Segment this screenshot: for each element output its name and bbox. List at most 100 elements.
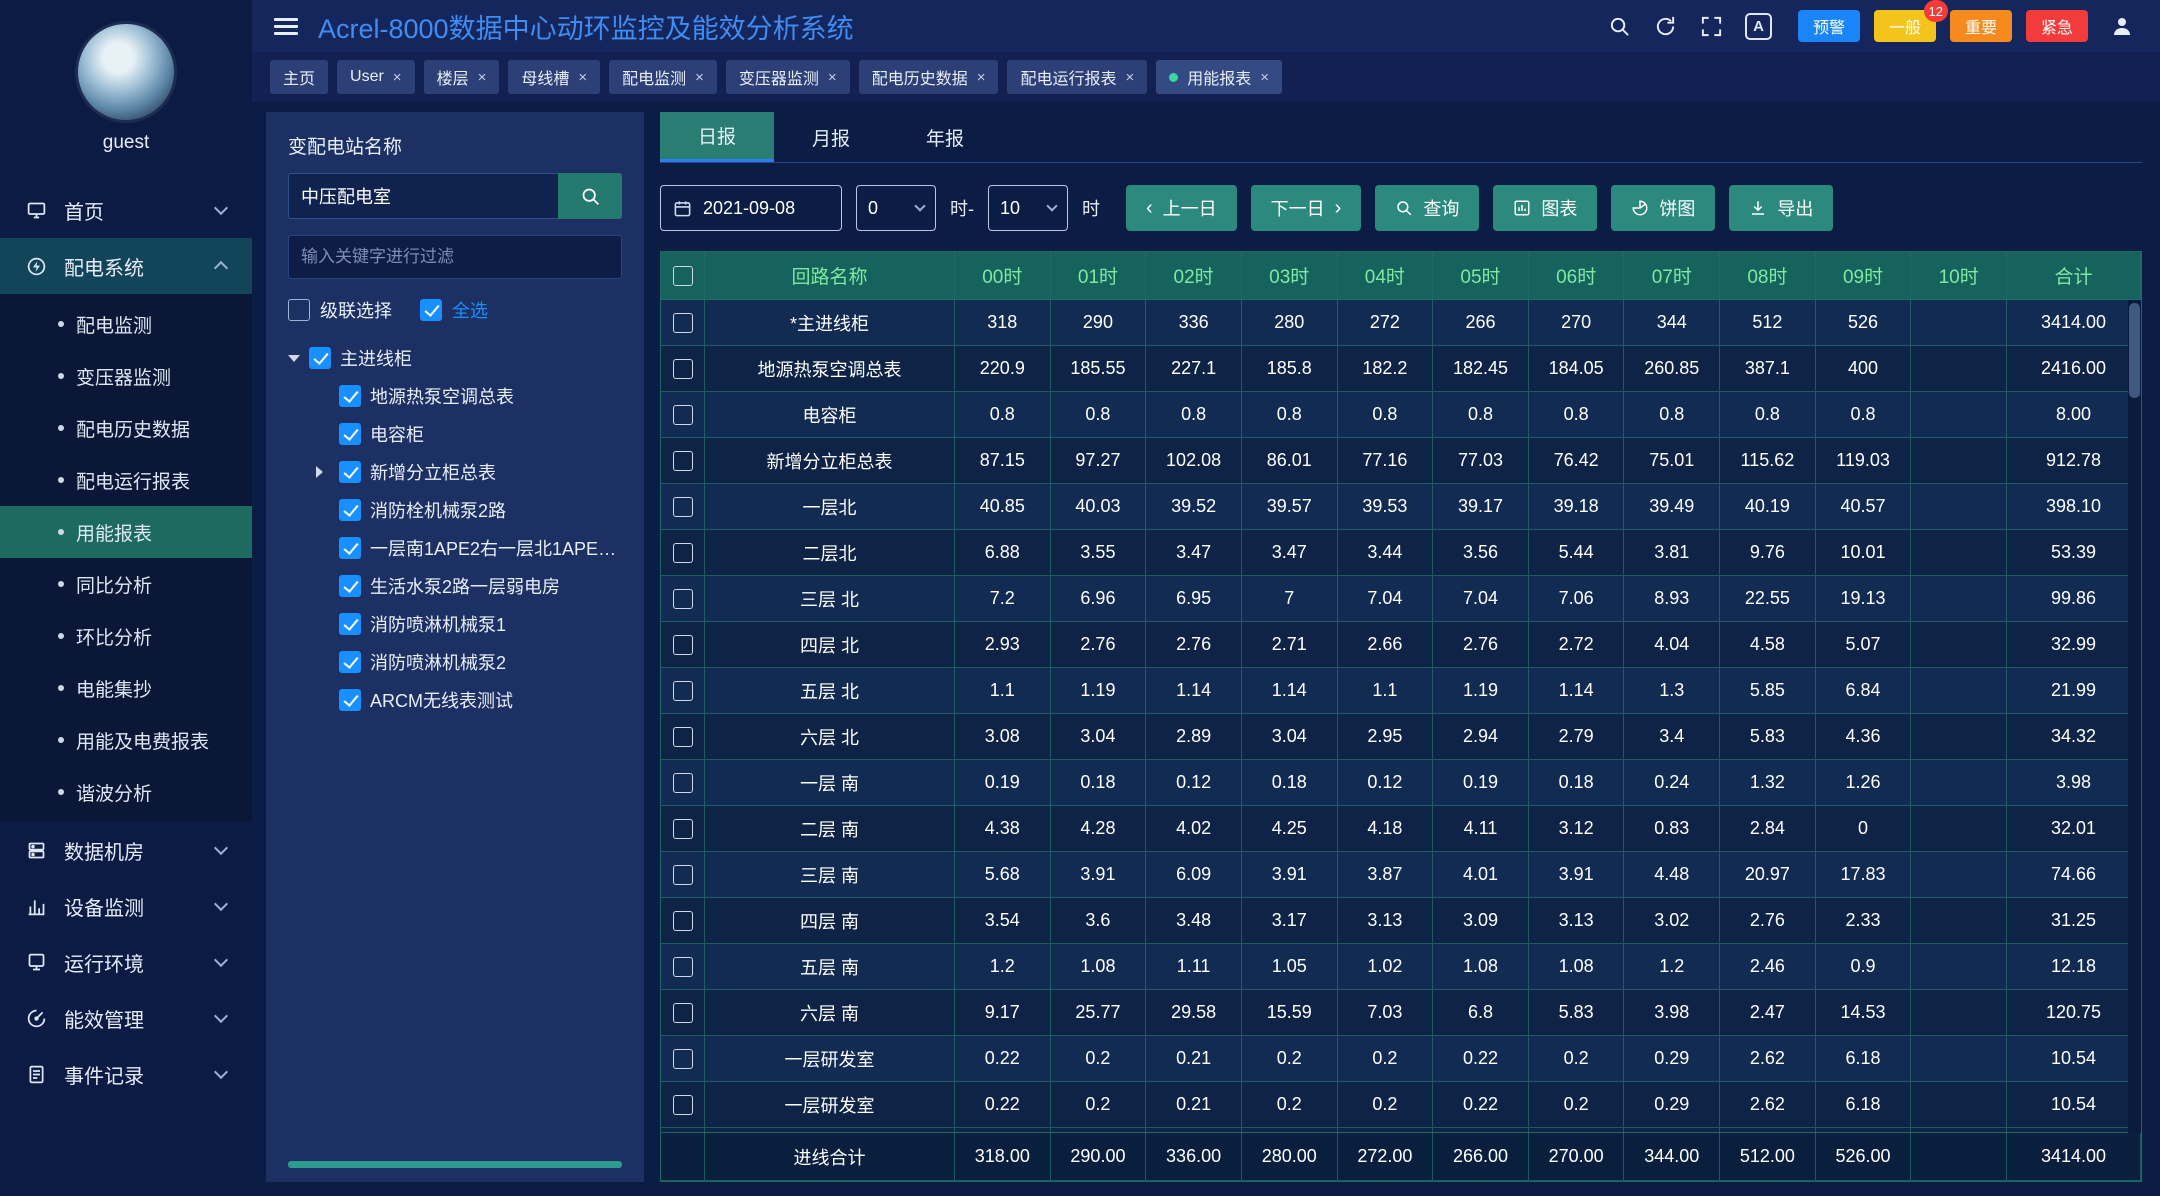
user-icon[interactable] <box>2110 14 2134 38</box>
hamburger-menu-icon[interactable] <box>274 18 298 35</box>
sidebar-item-device[interactable]: 设备监测 <box>0 878 252 934</box>
tree-node[interactable]: 一层南1APE2右一层北1APE1左 <box>316 529 622 567</box>
sidebar-item-events[interactable]: 事件记录 <box>0 1046 252 1102</box>
refresh-icon[interactable] <box>1653 14 1677 38</box>
sidebar-subitem[interactable]: 电能集抄 <box>0 662 252 714</box>
tree-node[interactable]: 消防喷淋机械泵2 <box>316 643 622 681</box>
query-button[interactable]: 查询 <box>1375 185 1479 231</box>
station-search-button[interactable] <box>558 173 622 219</box>
prev-day-button[interactable]: ‹ 上一日 <box>1126 185 1237 231</box>
tree-checkbox[interactable] <box>339 689 361 711</box>
tree-checkbox[interactable] <box>339 423 361 445</box>
tab-用能报表[interactable]: 用能报表× <box>1156 60 1282 94</box>
chart-button[interactable]: 图表 <box>1493 185 1597 231</box>
tab-楼层[interactable]: 楼层× <box>424 60 500 94</box>
alert-button[interactable]: 预警 <box>1798 10 1860 42</box>
row-checkbox[interactable] <box>673 865 693 885</box>
alert-button[interactable]: 一般12 <box>1874 10 1936 42</box>
select-all-checkbox[interactable] <box>420 299 442 321</box>
tree-node[interactable]: 新增分立柜总表 <box>316 453 622 491</box>
header-checkbox[interactable] <box>673 266 693 286</box>
vertical-scrollbar[interactable] <box>2128 300 2141 1133</box>
close-icon[interactable]: × <box>578 69 587 86</box>
tree-node[interactable]: 消防喷淋机械泵1 <box>316 605 622 643</box>
tree-filter-input[interactable] <box>288 235 622 279</box>
pie-button[interactable]: 饼图 <box>1611 185 1715 231</box>
scrollbar-thumb[interactable] <box>2129 303 2140 398</box>
tree-checkbox[interactable] <box>339 613 361 635</box>
report-tab-月报[interactable]: 月报 <box>774 112 888 162</box>
sidebar-subitem[interactable]: 用能及电费报表 <box>0 714 252 766</box>
row-checkbox[interactable] <box>673 497 693 517</box>
sidebar-subitem[interactable]: 同比分析 <box>0 558 252 610</box>
station-search-input[interactable] <box>288 173 558 219</box>
alert-button[interactable]: 重要 <box>1950 10 2012 42</box>
tab-配电运行报表[interactable]: 配电运行报表× <box>1007 60 1147 94</box>
row-checkbox[interactable] <box>673 543 693 563</box>
sidebar-subitem[interactable]: 谐波分析 <box>0 766 252 818</box>
row-checkbox[interactable] <box>673 727 693 747</box>
fullscreen-icon[interactable] <box>1699 14 1723 38</box>
avatar[interactable] <box>78 24 174 120</box>
tree-checkbox[interactable] <box>339 385 361 407</box>
horizontal-scrollbar[interactable] <box>288 1161 622 1168</box>
close-icon[interactable]: × <box>695 69 704 86</box>
sidebar-subitem[interactable]: 变压器监测 <box>0 350 252 402</box>
tab-配电历史数据[interactable]: 配电历史数据× <box>859 60 999 94</box>
sidebar-subitem[interactable]: 配电运行报表 <box>0 454 252 506</box>
tree-node[interactable]: 地源热泵空调总表 <box>316 377 622 415</box>
tree-checkbox[interactable] <box>339 461 361 483</box>
sidebar-item-server[interactable]: 数据机房 <box>0 822 252 878</box>
report-tab-日报[interactable]: 日报 <box>660 112 774 162</box>
caret-down-icon[interactable] <box>288 355 300 362</box>
tree-node[interactable]: ARCM无线表测试 <box>316 681 622 719</box>
cascade-checkbox[interactable] <box>288 299 310 321</box>
sidebar-subitem[interactable]: 环比分析 <box>0 610 252 662</box>
sidebar-item-energy[interactable]: 能效管理 <box>0 990 252 1046</box>
close-icon[interactable]: × <box>828 69 837 86</box>
report-tab-年报[interactable]: 年报 <box>888 112 1002 162</box>
tree-checkbox[interactable] <box>339 499 361 521</box>
sidebar-subitem[interactable]: 配电监测 <box>0 298 252 350</box>
row-checkbox[interactable] <box>673 957 693 977</box>
tree-checkbox[interactable] <box>339 537 361 559</box>
hour-from-select[interactable]: 0 <box>856 185 936 231</box>
search-icon[interactable] <box>1607 14 1631 38</box>
alert-button[interactable]: 紧急 <box>2026 10 2088 42</box>
row-checkbox[interactable] <box>673 681 693 701</box>
row-checkbox[interactable] <box>673 405 693 425</box>
row-checkbox[interactable] <box>673 589 693 609</box>
sidebar-item-env[interactable]: 运行环境 <box>0 934 252 990</box>
tree-node[interactable]: 电容柜 <box>316 415 622 453</box>
row-checkbox[interactable] <box>673 451 693 471</box>
tab-母线槽[interactable]: 母线槽× <box>508 60 600 94</box>
row-checkbox[interactable] <box>673 313 693 333</box>
row-checkbox[interactable] <box>673 819 693 839</box>
row-checkbox[interactable] <box>673 773 693 793</box>
tree-node[interactable]: 生活水泵2路一层弱电房 <box>316 567 622 605</box>
close-icon[interactable]: × <box>478 69 487 86</box>
close-icon[interactable]: × <box>977 69 986 86</box>
date-picker[interactable]: 2021-09-08 <box>660 185 842 231</box>
tab-配电监测[interactable]: 配电监测× <box>609 60 717 94</box>
tree-node[interactable]: 消防栓机械泵2路 <box>316 491 622 529</box>
row-checkbox[interactable] <box>673 911 693 931</box>
close-icon[interactable]: × <box>1260 69 1269 86</box>
tree-checkbox[interactable] <box>339 575 361 597</box>
tab-变压器监测[interactable]: 变压器监测× <box>726 60 850 94</box>
caret-right-icon[interactable] <box>316 466 323 478</box>
close-icon[interactable]: × <box>1125 69 1134 86</box>
export-button[interactable]: 导出 <box>1729 185 1833 231</box>
row-checkbox[interactable] <box>673 1049 693 1069</box>
tree-root[interactable]: 主进线柜 <box>288 339 622 377</box>
hour-to-select[interactable]: 10 <box>988 185 1068 231</box>
sidebar-subitem[interactable]: 配电历史数据 <box>0 402 252 454</box>
tab-主页[interactable]: 主页 <box>270 60 328 94</box>
row-checkbox[interactable] <box>673 635 693 655</box>
tab-User[interactable]: User× <box>337 60 415 94</box>
tree-checkbox[interactable] <box>339 651 361 673</box>
close-icon[interactable]: × <box>393 69 402 86</box>
tree-checkbox[interactable] <box>309 347 331 369</box>
sidebar-subitem[interactable]: 用能报表 <box>0 506 252 558</box>
sidebar-item-home[interactable]: 首页 <box>0 182 252 238</box>
